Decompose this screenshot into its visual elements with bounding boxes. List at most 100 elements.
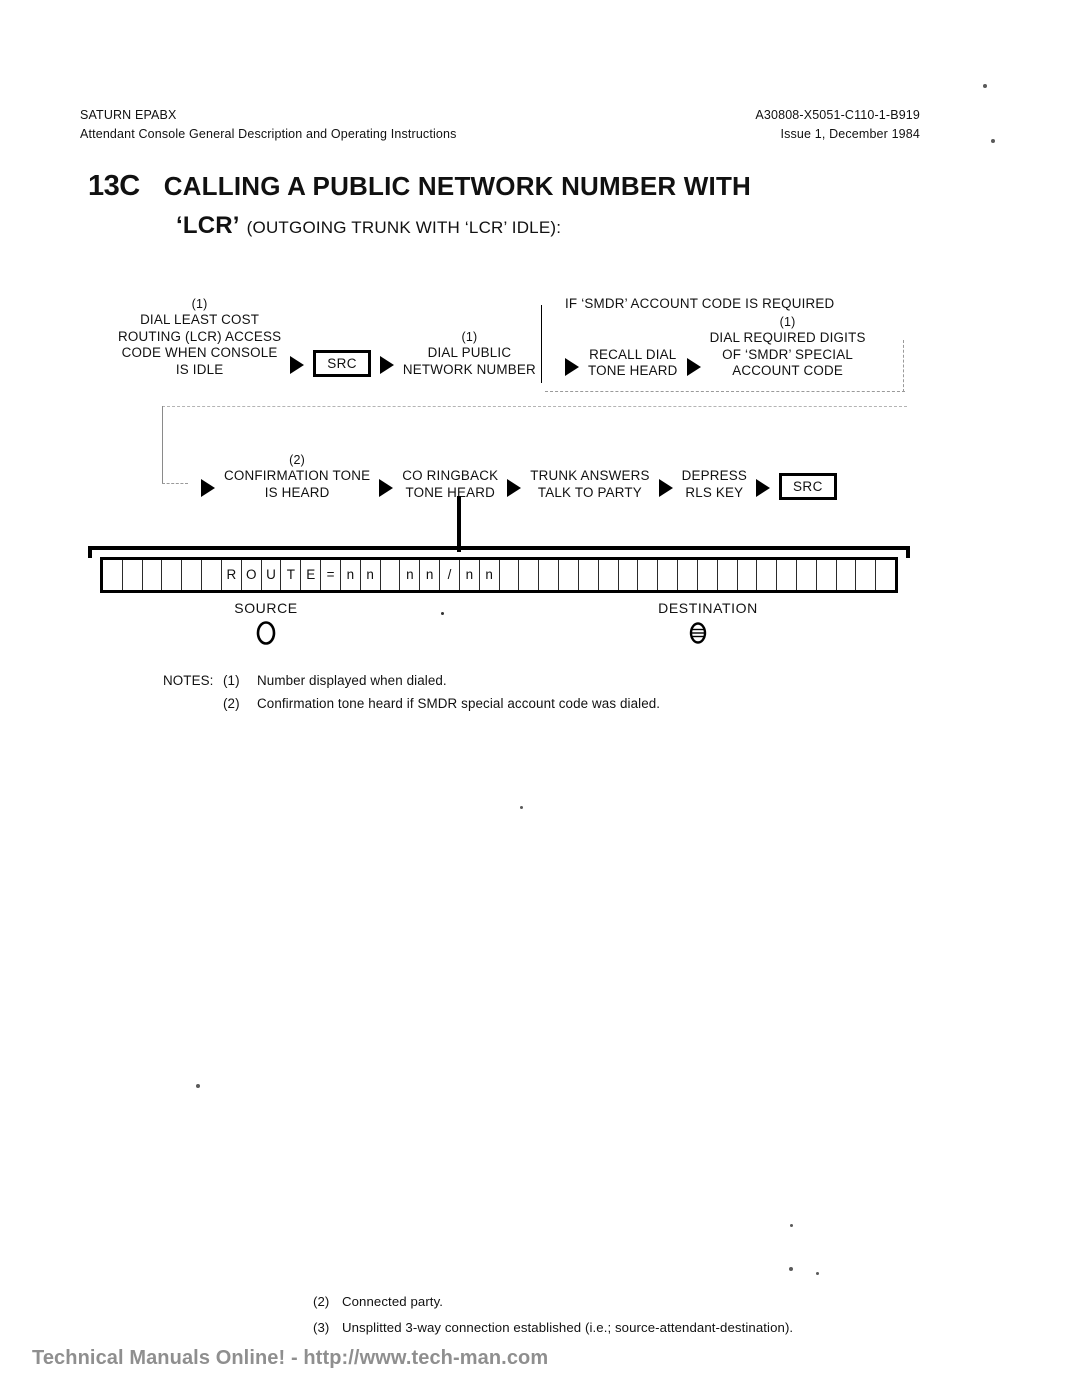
bottom-note-row: (2) Connected party. — [313, 1289, 793, 1315]
display-cell — [559, 560, 579, 590]
flow-step-line: DIAL REQUIRED DIGITS — [709, 330, 866, 345]
source-lamp-off-icon — [255, 620, 277, 646]
display-cell — [817, 560, 837, 590]
console-key-src[interactable]: SRC — [313, 350, 371, 377]
smdr-section-divider — [541, 305, 542, 383]
display-cell — [718, 560, 738, 590]
note-text: Number displayed when dialed. — [257, 673, 447, 688]
source-label: SOURCE — [234, 600, 298, 616]
display-cell — [143, 560, 163, 590]
display-cell — [182, 560, 203, 590]
footer-watermark: Technical Manuals Online! - http://www.t… — [32, 1347, 549, 1369]
flow-row-smdr: RECALL DIAL TONE HEARD (1) DIAL REQUIRED DI… — [556, 314, 866, 380]
flow-step-line: OF ‘SMDR’ SPECIAL — [722, 346, 854, 362]
scan-speck — [196, 1084, 200, 1088]
flow-step-line: TRUNK ANSWERS — [530, 468, 650, 483]
flow-arrow-icon — [756, 479, 771, 497]
display-cell: R — [222, 560, 242, 590]
bottom-notes-block: (2) Connected party. (3) Unsplitted 3-way c… — [313, 1289, 793, 1341]
note-text: Confirmation tone heard if SMDR special … — [257, 696, 661, 711]
display-cell — [162, 560, 183, 590]
title-primary-row: 13C CALLING A PUBLIC NETWORK NUMBER WITH — [88, 170, 948, 203]
display-cell: n — [420, 560, 441, 590]
flow-step-note-ref: (2) — [289, 453, 306, 467]
display-cell — [837, 560, 857, 590]
scan-speck — [816, 1272, 819, 1275]
flow-arrow-icon — [201, 479, 215, 497]
flow-step-line: TONE HEARD — [405, 484, 495, 500]
console-key-src[interactable]: SRC — [779, 473, 837, 500]
bottom-note-row: (3) Unsplitted 3-way connection establish… — [313, 1315, 793, 1341]
flow-step-line: DIAL LEAST COST — [140, 312, 260, 327]
flow-step-line: NETWORK NUMBER — [402, 361, 536, 377]
flow-step-line: TONE HEARD — [588, 363, 678, 378]
display-cell — [698, 560, 718, 590]
display-cell — [539, 560, 560, 590]
flow-row-primary: (1) DIAL LEAST COST ROUTING (LCR) ACCESS CO… — [118, 296, 536, 378]
display-cell — [856, 560, 877, 590]
note-row: NOTES: (1) Number displayed when dialed. — [163, 669, 660, 692]
flow-step-line: TALK TO PARTY — [537, 484, 642, 500]
flow-wrap-connector-foot — [162, 483, 188, 485]
scan-speck — [789, 1267, 793, 1271]
header-document-number: A30808-X5051-C110-1-B919 — [755, 108, 920, 122]
notes-block: NOTES: (1) Number displayed when dialed. (2… — [163, 669, 660, 715]
destination-label: DESTINATION — [658, 600, 758, 616]
flow-step-line: IS HEARD — [264, 484, 330, 500]
display-cell — [519, 560, 540, 590]
display-cell — [777, 560, 797, 590]
header-right: A30808-X5051-C110-1-B919 Issue 1, Decemb… — [755, 106, 920, 144]
smdr-section-header: IF ‘SMDR’ ACCOUNT CODE IS REQUIRED — [565, 296, 835, 311]
scan-speck — [991, 139, 995, 143]
flow-wrap-connector-left — [162, 406, 164, 484]
flow-arrow-icon — [686, 357, 701, 376]
display-bracket-tick-left — [88, 546, 92, 558]
note-row: (2) Confirmation tone heard if SMDR speci… — [163, 692, 660, 715]
flow-wrap-connector-top — [162, 406, 907, 408]
bottom-note-index: (3) — [313, 1320, 330, 1335]
display-cell: = — [321, 560, 341, 590]
flow-arrow-icon — [565, 357, 579, 376]
flow-step: (1) DIAL REQUIRED DIGITS OF ‘SMDR’ SPECIAL… — [710, 314, 866, 380]
flow-step: RECALL DIAL TONE HEARD — [588, 347, 678, 380]
flow-step-line: IS IDLE — [175, 361, 224, 377]
header-issue-date: Issue 1, December 1984 — [780, 127, 920, 141]
flow-arrow-icon — [379, 479, 394, 497]
destination-lamp-slow-flash-icon — [687, 620, 709, 646]
header-document-subtitle: Attendant Console General Description an… — [80, 127, 457, 141]
display-cell — [738, 560, 758, 590]
display-cell — [500, 560, 520, 590]
header-left: SATURN EPABX Attendant Console General D… — [80, 106, 456, 144]
page-header: SATURN EPABX Attendant Console General D… — [80, 106, 920, 144]
display-cell: T — [281, 560, 302, 590]
scan-speck — [520, 806, 523, 809]
display-cell — [678, 560, 698, 590]
flow-step-line: DIAL PUBLIC — [427, 345, 512, 360]
display-cell — [202, 560, 222, 590]
flow-step-line: ACCOUNT CODE — [732, 363, 843, 378]
flow-step-line: ROUTING (LCR) ACCESS — [118, 328, 282, 344]
display-cell — [103, 560, 123, 590]
flow-step-line: DEPRESS — [681, 468, 748, 483]
bottom-note-index: (2) — [313, 1294, 330, 1309]
flow-step: DEPRESS RLS KEY — [682, 468, 747, 501]
display-bracket-tick-right — [906, 546, 910, 558]
scan-speck — [983, 84, 987, 88]
flow-step: CO RINGBACK TONE HEARD — [402, 468, 498, 501]
flow-step-note-ref: (1) — [779, 315, 796, 329]
display-cell — [757, 560, 778, 590]
section-subtitle: (OUTGOING TRUNK WITH ‘LCR’ IDLE): — [246, 218, 562, 237]
flow-arrow-icon — [658, 479, 673, 497]
display-cell — [658, 560, 679, 590]
display-cell: E — [301, 560, 322, 590]
flow-step-line: RECALL DIAL — [589, 346, 677, 362]
display-cell: n — [480, 560, 500, 590]
bottom-note-text: Unsplitted 3-way connection established … — [342, 1320, 794, 1335]
notes-heading: NOTES: — [163, 673, 214, 688]
console-display-strip: R O U T E = n n n n / n n — [100, 557, 898, 593]
flow-step-note-ref: (1) — [191, 297, 208, 311]
note-index: (1) — [223, 673, 240, 688]
display-cell — [619, 560, 639, 590]
display-cell: n — [460, 560, 480, 590]
title-secondary-row: ‘LCR’ (OUTGOING TRUNK WITH ‘LCR’ IDLE): — [176, 212, 948, 240]
